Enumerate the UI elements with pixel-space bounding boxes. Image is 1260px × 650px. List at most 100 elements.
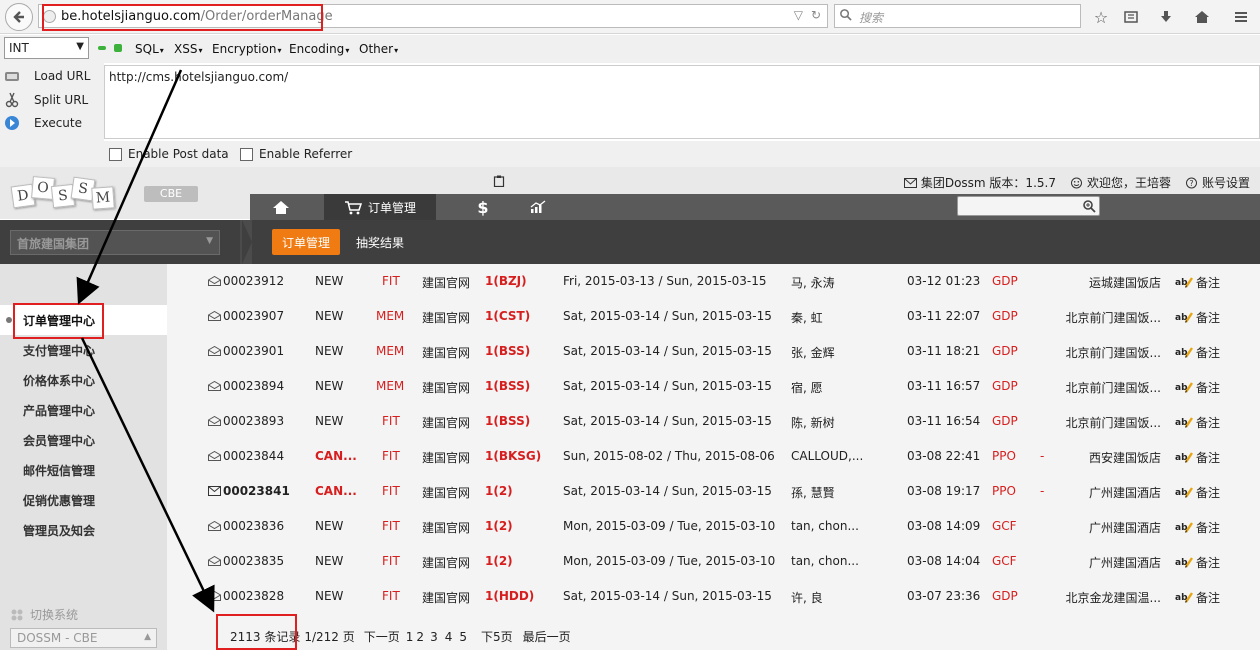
reload-icon[interactable]: ↻	[811, 8, 821, 22]
page-link-4[interactable]: 4	[445, 630, 453, 644]
table-row[interactable]: 00023894 NEW MEM 建国官网 1(BSS) Sat, 2015-03-14 …	[167, 369, 1260, 404]
dropdown-arrow-icon[interactable]: ▽	[794, 8, 803, 22]
table-row[interactable]: 00023836 NEW FIT 建国官网 1(2) Mon, 2015-03-09 / …	[167, 509, 1260, 544]
dossm-logo[interactable]: D O S S M	[10, 175, 115, 210]
booking-channel: 建国官网	[422, 381, 471, 395]
tab-orders[interactable]: 订单管理	[324, 194, 436, 220]
edit-note-icon[interactable]: ab	[1175, 485, 1193, 498]
menu-icon[interactable]	[1230, 6, 1252, 28]
note-link[interactable]: 备注	[1196, 309, 1220, 326]
sidebar-item-promotions[interactable]: 促销优惠管理	[0, 485, 167, 515]
note-link[interactable]: 备注	[1196, 274, 1220, 291]
order-id-link[interactable]: 00023828	[223, 589, 284, 603]
execute-button[interactable]: Execute	[0, 112, 104, 134]
browser-search-input[interactable]: 搜索	[834, 4, 1081, 28]
download-icon[interactable]	[1155, 6, 1177, 28]
bookmark-star-icon[interactable]: ☆	[1090, 6, 1112, 28]
encoding-menu[interactable]: Encoding	[289, 42, 349, 56]
table-row[interactable]: 00023844 CAN... FIT 建国官网 1(BKSG) Sun, 2015-08…	[167, 439, 1260, 474]
next-5-pages-link[interactable]: 下5页	[481, 630, 513, 644]
edit-note-icon[interactable]: ab	[1175, 310, 1193, 323]
enable-post-checkbox[interactable]: Enable Post data	[109, 147, 229, 161]
edit-note-icon[interactable]: ab	[1175, 380, 1193, 393]
edit-note-icon[interactable]: ab	[1175, 345, 1193, 358]
order-id-link[interactable]: 00023894	[223, 379, 284, 393]
order-id-link[interactable]: 00023835	[223, 554, 284, 568]
guest-name: tan, chon...	[791, 554, 859, 568]
note-link[interactable]: 备注	[1196, 379, 1220, 396]
back-button[interactable]	[5, 3, 33, 31]
edit-note-icon[interactable]: ab	[1175, 520, 1193, 533]
sidebar-item-pricing[interactable]: 价格体系中心	[0, 365, 167, 395]
reading-list-icon[interactable]	[1120, 6, 1142, 28]
order-id-link[interactable]: 00023844	[223, 449, 284, 463]
sql-menu[interactable]: SQL	[135, 42, 164, 56]
type-select[interactable]: INT ▼	[4, 37, 89, 59]
minus-icon[interactable]	[98, 46, 106, 50]
search-icon[interactable]	[1082, 199, 1096, 213]
sidebar-item-mail-sms[interactable]: 邮件短信管理	[0, 455, 167, 485]
note-link[interactable]: 备注	[1196, 414, 1220, 431]
subtab-order-management[interactable]: 订单管理	[272, 229, 341, 255]
tab-orders-label: 订单管理	[367, 200, 416, 215]
edit-note-icon[interactable]: ab	[1175, 555, 1193, 568]
app-search-input[interactable]	[957, 196, 1100, 216]
room-code: 1(BSS)	[485, 414, 531, 428]
order-id-link[interactable]: 00023893	[223, 414, 284, 428]
encryption-menu[interactable]: Encryption	[212, 42, 281, 56]
system-select[interactable]: DOSSM - CBE ▲	[10, 628, 157, 648]
tab-finance[interactable]: $	[470, 194, 496, 220]
account-settings-link[interactable]: 账号设置	[1202, 174, 1250, 191]
clipboard-icon[interactable]	[493, 175, 505, 187]
last-page-link[interactable]: 最后一页	[523, 630, 571, 644]
next-page-link[interactable]: 下一页	[364, 630, 400, 644]
table-row[interactable]: 00023907 NEW MEM 建国官网 1(CST) Sat, 2015-03-14 …	[167, 299, 1260, 334]
edit-note-icon[interactable]: ab	[1175, 450, 1193, 463]
checkbox-box	[240, 147, 253, 161]
guest-type: MEM	[376, 344, 405, 358]
order-id-link[interactable]: 00023907	[223, 309, 284, 323]
table-row[interactable]: 00023912 NEW FIT 建国官网 1(BZJ) Fri, 2015-03-13 …	[167, 264, 1260, 299]
edit-note-icon[interactable]: ab	[1175, 415, 1193, 428]
table-row[interactable]: 00023901 NEW MEM 建国官网 1(BSS) Sat, 2015-03-14 …	[167, 334, 1260, 369]
table-row[interactable]: 00023828 NEW FIT 建国官网 1(HDD) Sat, 2015-03-14 …	[167, 579, 1260, 614]
home-icon[interactable]	[1191, 6, 1213, 28]
note-link[interactable]: 备注	[1196, 484, 1220, 501]
sidebar-item-payment[interactable]: 支付管理中心	[0, 335, 167, 365]
plus-icon[interactable]	[114, 44, 122, 52]
switch-system[interactable]: 切换系统	[10, 606, 78, 623]
enable-referrer-checkbox[interactable]: Enable Referrer	[240, 147, 352, 161]
edit-note-icon[interactable]: ab	[1175, 590, 1193, 603]
url-textarea[interactable]: http://cms.hotelsjianguo.com/	[104, 65, 1260, 139]
note-link[interactable]: 备注	[1196, 519, 1220, 536]
note-link[interactable]: 备注	[1196, 449, 1220, 466]
org-select-value: 首旅建国集团	[17, 237, 90, 251]
org-select[interactable]: 首旅建国集团 ▼	[10, 230, 220, 255]
order-id-link[interactable]: 00023841	[223, 484, 290, 498]
page-link-1[interactable]: 1	[406, 630, 414, 644]
order-id-link[interactable]: 00023912	[223, 274, 284, 288]
hotel-name: 北京前门建国饭...	[1065, 381, 1161, 395]
table-row[interactable]: 00023835 NEW FIT 建国官网 1(2) Mon, 2015-03-09 / …	[167, 544, 1260, 579]
edit-note-icon[interactable]: ab	[1175, 275, 1193, 288]
page-link-2[interactable]: 2	[416, 630, 424, 644]
sidebar-item-products[interactable]: 产品管理中心	[0, 395, 167, 425]
note-link[interactable]: 备注	[1196, 554, 1220, 571]
table-row[interactable]: 00023841 CAN... FIT 建国官网 1(2) Sat, 2015-03-14…	[167, 474, 1260, 509]
sidebar-item-members[interactable]: 会员管理中心	[0, 425, 167, 455]
table-row[interactable]: 00023893 NEW FIT 建国官网 1(BSS) Sat, 2015-03-14 …	[167, 404, 1260, 439]
subtab-lottery-results[interactable]: 抽奖结果	[346, 229, 414, 255]
split-url-button[interactable]: Split URL	[0, 89, 104, 111]
note-link[interactable]: 备注	[1196, 589, 1220, 606]
page-link-3[interactable]: 3	[430, 630, 438, 644]
page-link-5[interactable]: 5	[459, 630, 467, 644]
note-link[interactable]: 备注	[1196, 344, 1220, 361]
tab-reports[interactable]	[525, 194, 551, 220]
sidebar-item-admins[interactable]: 管理员及知会	[0, 515, 167, 545]
other-menu[interactable]: Other	[359, 42, 398, 56]
tab-home[interactable]	[264, 194, 298, 220]
load-url-button[interactable]: Load URL	[0, 65, 104, 87]
order-id-link[interactable]: 00023901	[223, 344, 284, 358]
xss-menu[interactable]: XSS	[174, 42, 202, 56]
order-id-link[interactable]: 00023836	[223, 519, 284, 533]
